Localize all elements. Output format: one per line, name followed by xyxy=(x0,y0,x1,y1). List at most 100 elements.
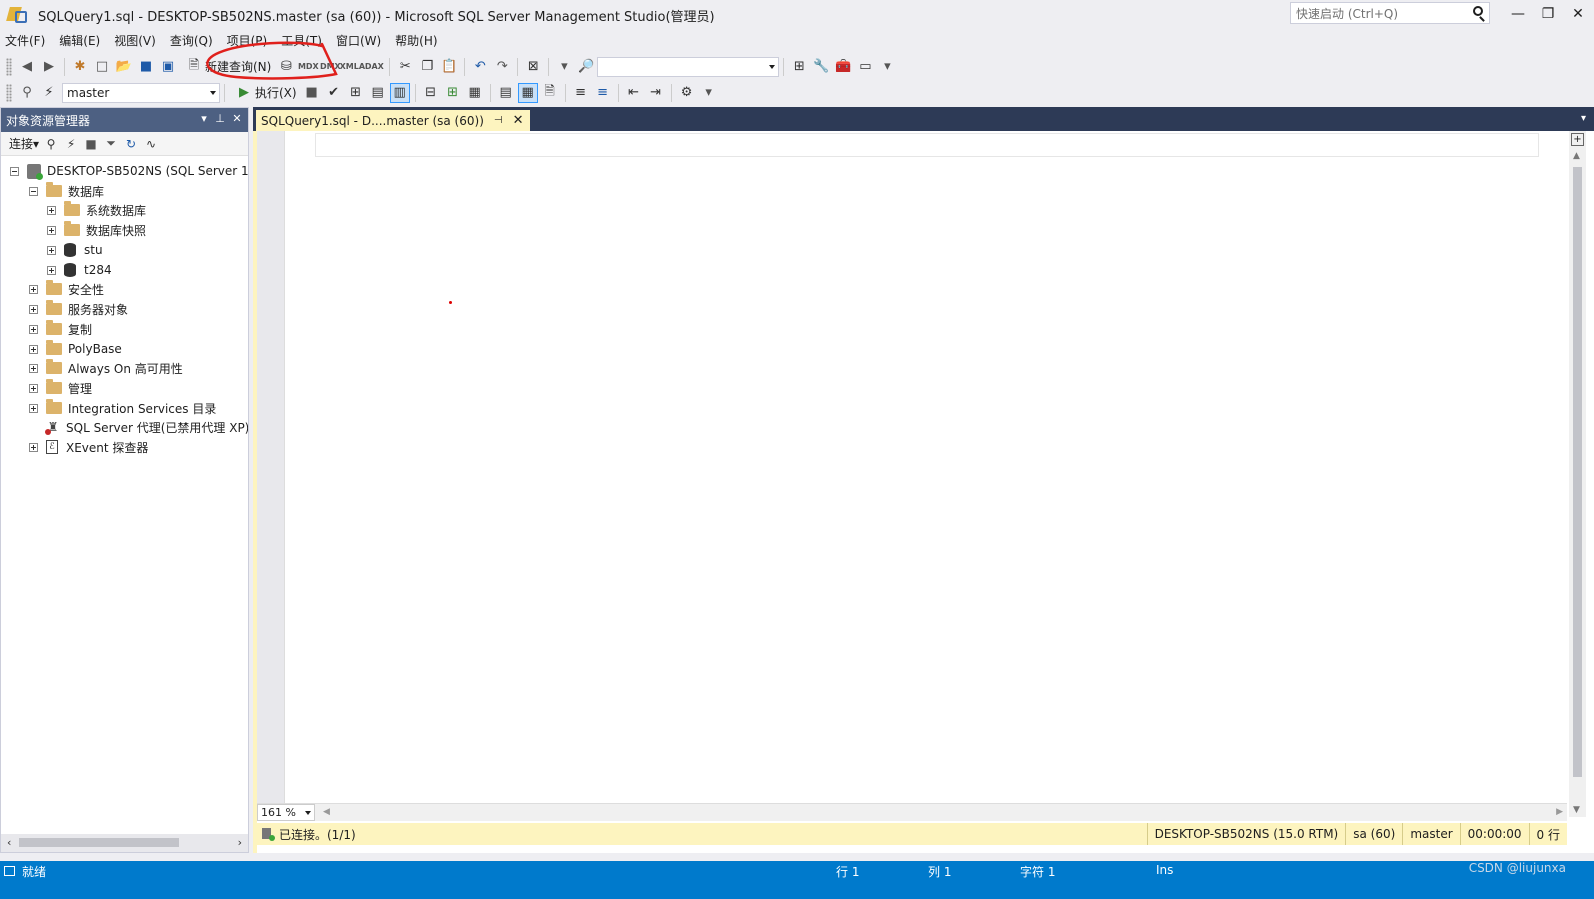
back-icon[interactable]: ◀ xyxy=(17,57,37,77)
output-window-icon[interactable] xyxy=(4,866,15,876)
restore-button[interactable]: ❐ xyxy=(1533,3,1563,25)
tree-node-system-databases[interactable]: 系统数据库 xyxy=(47,200,146,220)
expand-icon[interactable] xyxy=(47,225,56,235)
uncomment-icon[interactable]: ≡ xyxy=(593,83,613,103)
solution-explorer-icon[interactable]: ⊞ xyxy=(789,57,809,77)
include-actual-plan-icon[interactable]: ⊟ xyxy=(421,83,441,103)
tree-node-db-snapshots[interactable]: 数据库快照 xyxy=(47,220,146,240)
zoom-select[interactable]: 161 % xyxy=(257,804,315,821)
scroll-down-icon[interactable]: ▼ xyxy=(1573,805,1580,815)
tree-node-sql-agent[interactable]: ♜ SQL Server 代理(已禁用代理 XP) xyxy=(29,417,248,437)
expand-icon[interactable] xyxy=(29,344,38,354)
expand-icon[interactable] xyxy=(29,442,38,452)
dropdown-chevron-icon[interactable]: ▾ xyxy=(554,57,574,77)
expand-icon[interactable] xyxy=(29,403,38,413)
tree-node-management[interactable]: 管理 xyxy=(29,378,92,398)
pin-icon[interactable]: ⊥ xyxy=(213,112,227,128)
forward-icon[interactable]: ▶ xyxy=(39,57,59,77)
tree-node-always-on[interactable]: Always On 高可用性 xyxy=(29,358,183,378)
new-query-button[interactable]: 🗎 新建查询(N) xyxy=(179,57,275,77)
undo-icon[interactable]: ↶ xyxy=(470,57,490,77)
panel-menu-icon[interactable]: ▾ xyxy=(197,112,211,128)
tab-sqlquery1[interactable]: SQLQuery1.sql - D....master (sa (60)) ⊣ … xyxy=(256,110,530,131)
toolbar-grip[interactable] xyxy=(6,83,12,102)
scroll-right-icon[interactable]: › xyxy=(238,836,242,849)
collapse-icon[interactable] xyxy=(29,186,38,196)
close-icon[interactable]: ✕ xyxy=(230,112,244,128)
properties-wrench-icon[interactable]: 🔧 xyxy=(811,57,831,77)
mdx-query-icon[interactable]: MDX xyxy=(298,57,319,77)
estimated-plan-icon[interactable]: ⊞ xyxy=(346,83,366,103)
save-all-icon[interactable]: ▣ xyxy=(158,57,178,77)
tree-node-db-t284[interactable]: t284 xyxy=(47,260,112,280)
tree-node-xevent[interactable]: ℰ XEvent 探查器 xyxy=(29,437,148,457)
expand-icon[interactable] xyxy=(29,383,38,393)
database-engine-query-icon[interactable]: ⛁ xyxy=(276,57,296,77)
results-to-grid-icon[interactable]: ▦ xyxy=(517,82,538,103)
add-item-icon[interactable]: □ xyxy=(92,57,112,77)
tree-node-server-objects[interactable]: 服务器对象 xyxy=(29,299,128,319)
tree-node-security[interactable]: 安全性 xyxy=(29,279,104,299)
tab-overflow-icon[interactable]: ▾ xyxy=(1581,113,1586,124)
connect-icon[interactable]: ⚲ xyxy=(17,83,37,103)
expand-icon[interactable] xyxy=(29,324,38,334)
execute-button[interactable]: ▶ 执行(X) xyxy=(229,83,301,103)
redo-icon[interactable]: ↷ xyxy=(492,57,512,77)
query-options-icon[interactable]: ▤ xyxy=(368,83,388,103)
activity-monitor-icon[interactable]: ⊠ xyxy=(523,57,543,77)
tree-node-server[interactable]: DESKTOP-SB502NS (SQL Server 15 xyxy=(10,161,248,181)
toolbar-options-icon[interactable]: ▾ xyxy=(699,83,719,103)
comment-icon[interactable]: ≡ xyxy=(571,83,591,103)
collapse-icon[interactable] xyxy=(10,166,19,176)
scrollbar-thumb[interactable] xyxy=(1573,167,1582,777)
connect-dropdown[interactable]: 连接 ▾ xyxy=(7,135,41,152)
new-project-icon[interactable]: ✱ xyxy=(70,57,90,77)
dax-query-icon[interactable]: DAX xyxy=(364,57,384,77)
tree-node-replication[interactable]: 复制 xyxy=(29,319,92,339)
open-file-icon[interactable]: 📂 xyxy=(114,57,134,77)
paste-icon[interactable]: 📋 xyxy=(439,57,459,77)
quick-launch-input[interactable]: 快速启动 (Ctrl+Q) xyxy=(1290,2,1490,24)
scroll-up-icon[interactable]: ▲ xyxy=(1573,151,1580,161)
command-window-icon[interactable]: ▭ xyxy=(855,57,875,77)
split-view-icon[interactable]: + xyxy=(1571,133,1584,146)
menu-view[interactable]: 视图(V) xyxy=(109,32,165,49)
activity-monitor-icon[interactable]: ∿ xyxy=(142,134,160,154)
xmla-query-icon[interactable]: XMLA xyxy=(340,57,365,77)
pin-icon[interactable]: ⊣ xyxy=(494,115,503,126)
scroll-right-icon[interactable]: ▶ xyxy=(1556,807,1563,817)
minimize-button[interactable]: — xyxy=(1503,3,1533,25)
tree-node-db-stu[interactable]: stu xyxy=(47,240,103,260)
specify-template-values-icon[interactable]: ⚙ xyxy=(677,83,697,103)
menu-file[interactable]: 文件(F) xyxy=(0,32,54,49)
close-button[interactable]: ✕ xyxy=(1563,3,1593,25)
expand-icon[interactable] xyxy=(29,284,38,294)
results-to-text-icon[interactable]: ▤ xyxy=(496,83,516,103)
menu-help[interactable]: 帮助(H) xyxy=(390,32,446,49)
copy-icon[interactable]: ❐ xyxy=(417,57,437,77)
tree-node-databases[interactable]: 数据库 xyxy=(29,181,104,201)
menu-query[interactable]: 查询(Q) xyxy=(165,32,222,49)
parse-check-icon[interactable]: ✔ xyxy=(324,83,344,103)
stop-icon[interactable]: ■ xyxy=(302,83,322,103)
increase-indent-icon[interactable]: ⇥ xyxy=(646,83,666,103)
menu-edit[interactable]: 编辑(E) xyxy=(54,32,109,49)
horizontal-scrollbar[interactable]: ‹ › xyxy=(1,834,248,852)
find-in-files-icon[interactable]: 🔎 xyxy=(576,57,596,77)
live-statistics-icon[interactable]: ⊞ xyxy=(443,83,463,103)
scroll-left-icon[interactable]: ◀ xyxy=(323,807,330,817)
client-statistics-icon[interactable]: ▦ xyxy=(465,83,485,103)
menu-tools[interactable]: 工具(T) xyxy=(276,32,331,49)
close-tab-icon[interactable]: ✕ xyxy=(513,113,524,128)
expand-icon[interactable] xyxy=(47,265,56,275)
toolbar-options-icon[interactable]: ▾ xyxy=(877,57,897,77)
connect-icon[interactable]: ⚲ xyxy=(42,134,60,154)
expand-icon[interactable] xyxy=(29,363,38,373)
tree-node-polybase[interactable]: PolyBase xyxy=(29,339,122,359)
intellisense-toggle-icon[interactable]: ▥ xyxy=(389,82,410,103)
disconnect-icon[interactable]: ⚡ xyxy=(62,134,80,154)
change-connection-icon[interactable]: ⚡ xyxy=(39,83,59,103)
expand-icon[interactable] xyxy=(47,205,56,215)
tree-node-integration-services[interactable]: Integration Services 目录 xyxy=(29,398,216,418)
stop-icon[interactable]: ■ xyxy=(82,134,100,154)
